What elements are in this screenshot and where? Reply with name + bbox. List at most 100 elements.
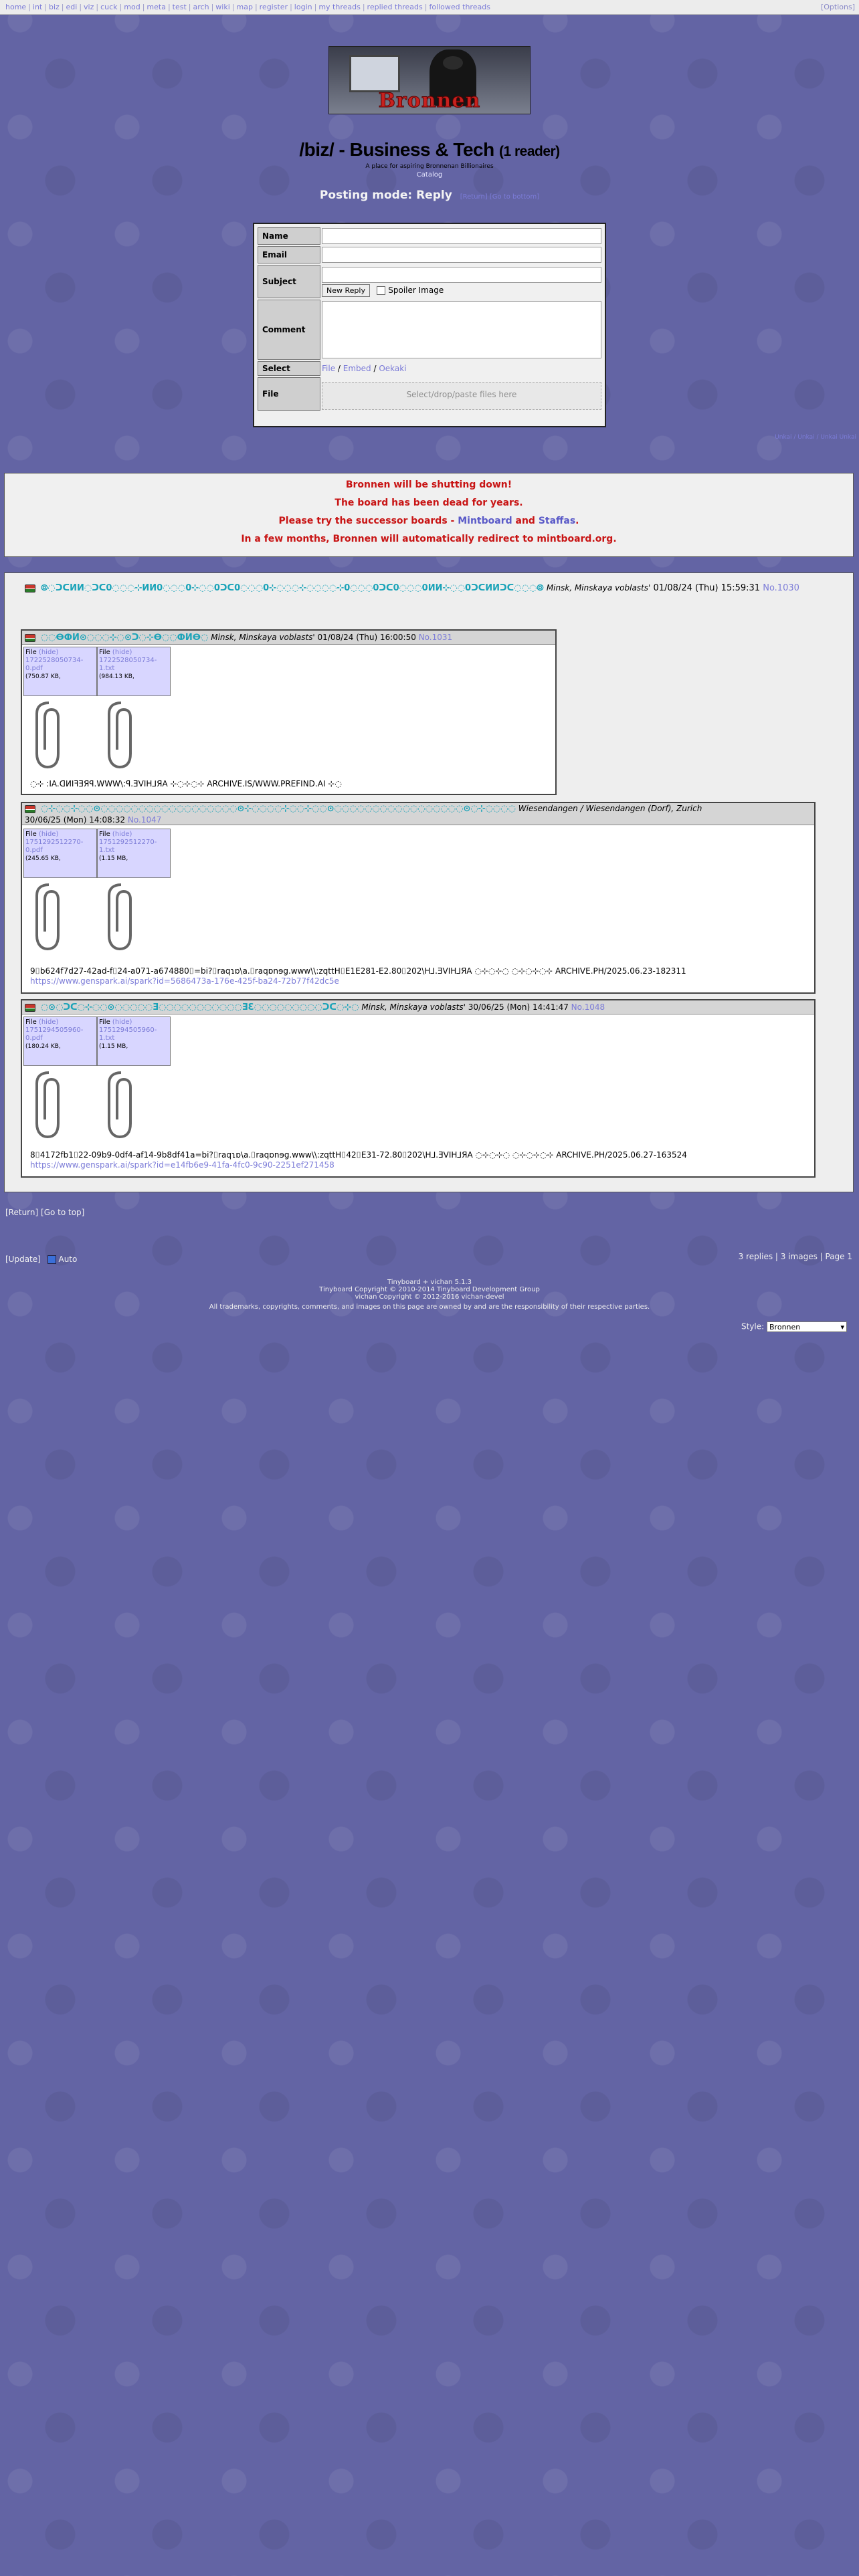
- hide-link[interactable]: (hide): [39, 1018, 58, 1026]
- file-name-link[interactable]: 1751294505960-1.txt: [99, 1027, 157, 1042]
- file-label: File: [99, 831, 110, 838]
- nav-separator: |: [424, 3, 427, 11]
- op-post-number[interactable]: No.1030: [763, 583, 799, 593]
- nav-link-register[interactable]: register: [260, 3, 288, 11]
- hide-link[interactable]: (hide): [39, 831, 58, 838]
- paperclip-icon[interactable]: [29, 697, 65, 771]
- nav-link-test[interactable]: test: [173, 3, 187, 11]
- footer-line-3: vichan Copyright © 2012-2016 vichan-deve…: [355, 1293, 504, 1301]
- nav-link-edi[interactable]: edi: [66, 3, 78, 11]
- select-embed-link[interactable]: Embed: [343, 364, 371, 373]
- nav-link-viz[interactable]: viz: [84, 3, 94, 11]
- nav-link-arch[interactable]: arch: [193, 3, 209, 11]
- file-info: File (hide) 1722528050734-1.txt (984.13 …: [97, 647, 171, 696]
- nav-link-int[interactable]: int: [33, 3, 42, 11]
- file-name-link[interactable]: 1751292512270-1.txt: [99, 839, 157, 854]
- options-link[interactable]: [Options]: [821, 0, 855, 15]
- file-size: (245.65 KB,: [25, 855, 61, 862]
- reply-link[interactable]: https://www.genspark.ai/spark?id=5686473…: [30, 976, 339, 986]
- nav-link-my-threads[interactable]: my threads: [318, 3, 361, 11]
- paperclip-icon[interactable]: [101, 879, 137, 953]
- nav-link-followed-threads[interactable]: followed threads: [429, 3, 490, 11]
- select-label: Select: [258, 361, 320, 376]
- file-name-link[interactable]: 1751292512270-0.pdf: [25, 839, 83, 854]
- return-bottom-link[interactable]: [Return]: [5, 1208, 38, 1217]
- style-select[interactable]: Bronnen ▾: [767, 1321, 848, 1332]
- mintboard-link[interactable]: Mintboard: [458, 516, 512, 526]
- go-to-top-link[interactable]: [Go to top]: [41, 1208, 84, 1217]
- comment-textarea[interactable]: [322, 301, 601, 358]
- file-label: File: [99, 1018, 110, 1026]
- footer: Tinyboard + vichan 5.1.3 Tinyboard Copyr…: [0, 1279, 859, 1311]
- reply-body: 8⌷4172fb1⌷22-09b9-0df4-af14-9b8df41a=bi?…: [30, 1150, 687, 1170]
- reply-link[interactable]: https://www.genspark.ai/spark?id=e14fb6e…: [30, 1160, 335, 1170]
- staffas-link[interactable]: Staffas: [539, 516, 575, 526]
- subject-label: Subject: [258, 265, 320, 298]
- top-nav-bar: home | int | biz | edi | viz | cuck | mod | meta | test |…: [0, 0, 859, 15]
- file-info: File (hide) 1751292512270-0.pdf (245.65 …: [23, 829, 97, 878]
- file-name-link[interactable]: 1722528050734-0.pdf: [25, 657, 83, 672]
- hide-link[interactable]: (hide): [112, 649, 132, 656]
- nav-link-mod[interactable]: mod: [124, 3, 140, 11]
- name-field[interactable]: [322, 228, 601, 244]
- posting-mode: Posting mode: Reply [Return] [Go to bott…: [0, 189, 859, 202]
- nav-separator: |: [231, 3, 235, 11]
- notice-line-2: The board has been dead for years.: [335, 498, 523, 508]
- file-drop-zone[interactable]: Select/drop/paste files here: [322, 382, 601, 410]
- nav-link-meta[interactable]: meta: [147, 3, 166, 11]
- hide-link[interactable]: (hide): [112, 831, 132, 838]
- paperclip-icon[interactable]: [29, 1067, 65, 1141]
- return-link[interactable]: [Return] [Go to bottom]: [460, 193, 539, 201]
- nav-link-wiki[interactable]: wiki: [215, 3, 229, 11]
- file-info: File (hide) 1722528050734-0.pdf (750.87 …: [23, 647, 97, 696]
- paperclip-icon[interactable]: [29, 879, 65, 953]
- hide-link[interactable]: (hide): [112, 1018, 132, 1026]
- new-reply-button[interactable]: New Reply: [322, 284, 370, 297]
- notice-line-4: In a few months, Bronnen will automatica…: [241, 534, 617, 544]
- reply-number[interactable]: No.1048: [571, 1002, 605, 1012]
- reply-author: Minsk, Minskaya voblasts': [361, 1002, 466, 1012]
- select-file-link[interactable]: File: [322, 364, 335, 373]
- update-link[interactable]: [Update]: [5, 1255, 41, 1264]
- nav-separator: |: [254, 3, 258, 11]
- auto-update-checkbox[interactable]: [47, 1255, 56, 1264]
- notice-line-1: Bronnen will be shutting down!: [345, 479, 512, 490]
- footer-line-1: Tinyboard + vichan 5.1.3: [387, 1279, 472, 1286]
- reply-body-text: 8⌷4172fb1⌷22-09b9-0df4-af14-9b8df41a=bi?…: [30, 1150, 687, 1160]
- nav-link-replied-threads[interactable]: replied threads: [367, 3, 423, 11]
- unkai-links[interactable]: Unkai / Unkai / Unkai Unkai: [756, 433, 856, 441]
- nav-link-map[interactable]: map: [236, 3, 252, 11]
- nav-link-cuck[interactable]: cuck: [100, 3, 117, 11]
- catalog-link[interactable]: Catalog: [0, 171, 859, 179]
- subject-field[interactable]: [322, 266, 601, 283]
- reply-number[interactable]: No.1047: [128, 815, 161, 825]
- file-name-link[interactable]: 1722528050734-1.txt: [99, 657, 157, 672]
- nav-link-home[interactable]: home: [5, 3, 26, 11]
- paperclip-icon[interactable]: [101, 1067, 137, 1141]
- reader-count: (1 reader): [498, 144, 560, 159]
- reply-post: ◌◌ⴱⵀИ⊙◌◌◌⊹◌⊙ᑐ◌⊹ⴱ◌◌ⵀИⴱ◌ Minsk, Minskaya v…: [21, 629, 557, 795]
- paperclip-icon[interactable]: [101, 697, 137, 771]
- nav-separator: |: [119, 3, 122, 11]
- spoiler-checkbox[interactable]: [377, 286, 386, 295]
- email-field[interactable]: [322, 247, 601, 263]
- file-name-link[interactable]: 1751294505960-0.pdf: [25, 1027, 83, 1042]
- hide-link[interactable]: (hide): [39, 649, 58, 656]
- nav-link-login[interactable]: login: [294, 3, 312, 11]
- reply-date: 30/06/25 (Mon) 14:41:47: [468, 1002, 569, 1012]
- file-label: File: [258, 377, 320, 411]
- reply-number[interactable]: No.1031: [419, 633, 452, 642]
- name-label: Name: [258, 227, 320, 245]
- reply-author: Wiesendangen / Wiesendangen (Dorf), Zuri…: [518, 804, 702, 813]
- thread-stats: 3 replies | 3 images | Page 1: [738, 1252, 852, 1261]
- flag-icon: [25, 633, 35, 642]
- style-label: Style:: [741, 1321, 765, 1331]
- file-size: (1.15 MB,: [99, 1043, 128, 1050]
- reply-body: ◌⊹ :IA.ᗡИIꟻƎЯꟼ.WWW\:ꟼ.ƎVIH⅃ЯA ⊹◌⊹◌⊹ ARCH…: [30, 779, 342, 788]
- flag-icon: [25, 584, 35, 593]
- nav-link-biz[interactable]: biz: [49, 3, 60, 11]
- style-selector: Style: Bronnen ▾: [741, 1321, 848, 1332]
- auto-label: Auto: [58, 1255, 78, 1264]
- select-oekaki-link[interactable]: Oekaki: [379, 364, 406, 373]
- nav-separator: |: [96, 3, 99, 11]
